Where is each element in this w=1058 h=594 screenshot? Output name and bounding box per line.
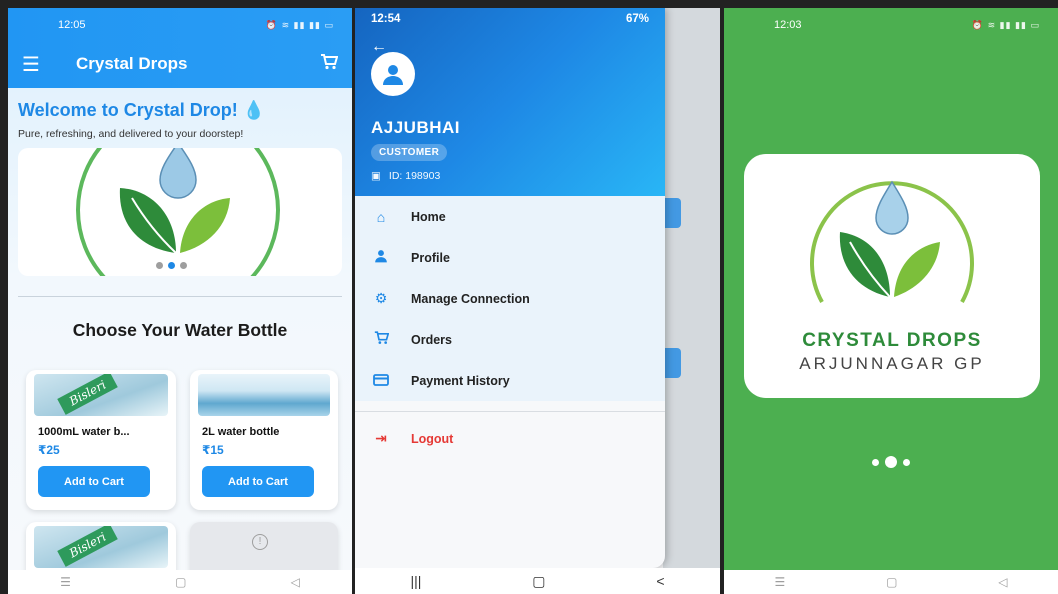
background-button-fragment <box>663 348 681 378</box>
section-title: Choose Your Water Bottle <box>72 320 288 340</box>
loading-dot-active <box>885 456 897 468</box>
menu-item-profile[interactable]: Profile <box>355 237 665 278</box>
status-time: 12:05 <box>58 19 86 31</box>
role-badge: CUSTOMER <box>371 144 448 161</box>
home-content: Welcome to Crystal Drop! 💧 Pure, refresh… <box>8 88 352 582</box>
status-bar: 12:03 ⏰ ≋ ▮▮ ▮▮ ▭ <box>724 8 1058 42</box>
status-icons: ⏰ ≋ ▮▮ ▮▮ ▭ <box>265 19 334 30</box>
back-button[interactable]: < <box>656 573 664 589</box>
logout-icon: ⇥ <box>375 430 387 446</box>
alert-icon: ! <box>252 534 268 550</box>
status-bar: 12:54 67% <box>355 8 665 30</box>
product-image <box>198 374 330 416</box>
splash-logo-card: CRYSTAL DROPS ARJUNNAGAR GP <box>744 154 1040 398</box>
product-name: 2L water bottle <box>202 426 280 438</box>
drawer-header: 12:54 67% ← AJJUBHAI CUSTOMER ▣ ID: 1989… <box>355 8 665 196</box>
recents-button[interactable]: ☰ <box>60 575 71 589</box>
crystal-drops-logo-icon <box>76 148 280 276</box>
home-icon: ⌂ <box>376 208 386 225</box>
status-icons: ⏰ ≋ ▮▮ ▮▮ ▭ <box>971 19 1040 30</box>
cart-icon[interactable] <box>320 53 339 75</box>
tagline: Pure, refreshing, and delivered to your … <box>18 128 244 140</box>
brand-label: Bisleri <box>57 374 119 415</box>
system-nav-bar: ☰ ▢ ◁ <box>8 570 352 594</box>
recents-button[interactable]: ☰ <box>774 575 785 589</box>
person-icon <box>383 65 403 85</box>
menu-divider <box>355 411 665 412</box>
menu-item-label: Manage Connection <box>411 291 530 306</box>
loading-dot <box>903 458 910 466</box>
menu-item-home[interactable]: ⌂ Home <box>355 196 665 237</box>
drawer-menu: ⌂ Home Profile ⚙ Manage Connection Order… <box>355 196 665 459</box>
splash-screen: 12:03 ⏰ ≋ ▮▮ ▮▮ ▭ CRYSTAL DROPS ARJUNNAG… <box>724 8 1058 594</box>
divider <box>18 296 342 297</box>
menu-item-label: Payment History <box>411 373 510 388</box>
avatar <box>371 52 415 96</box>
gear-icon: ⚙ <box>374 290 388 306</box>
drawer-screen: 12:54 67% ← AJJUBHAI CUSTOMER ▣ ID: 1989… <box>355 8 720 594</box>
navigation-drawer: 12:54 67% ← AJJUBHAI CUSTOMER ▣ ID: 1989… <box>355 8 665 568</box>
cart-icon <box>373 331 389 348</box>
carousel-dot-active[interactable] <box>168 262 175 269</box>
menu-item-logout[interactable]: ⇥ Logout <box>355 418 665 459</box>
home-button[interactable]: ▢ <box>175 575 186 589</box>
menu-item-payment-history[interactable]: Payment History <box>355 360 665 401</box>
dimmed-background[interactable] <box>663 8 720 594</box>
menu-item-orders[interactable]: Orders <box>355 319 665 360</box>
menu-item-label: Logout <box>411 431 454 446</box>
user-name: AJJUBHAI <box>371 118 461 137</box>
add-to-cart-button[interactable]: Add to Cart <box>38 466 150 497</box>
hamburger-menu-icon[interactable]: ☰ <box>22 52 50 77</box>
banner-carousel[interactable] <box>18 148 342 276</box>
product-image: Bisleri <box>34 374 168 416</box>
welcome-heading: Welcome to Crystal Drop! 💧 <box>18 100 266 120</box>
crystal-drops-logo-icon <box>810 180 974 303</box>
background-button-fragment <box>663 198 681 228</box>
recents-button[interactable]: ||| <box>410 573 421 589</box>
brand-label: Bisleri <box>57 526 119 567</box>
card-icon <box>373 373 389 389</box>
add-to-cart-button[interactable]: Add to Cart <box>202 466 314 497</box>
brand-title: CRYSTAL DROPS <box>802 330 982 351</box>
status-bar: 12:05 ⏰ ≋ ▮▮ ▮▮ ▭ <box>8 8 352 42</box>
person-icon <box>373 249 389 266</box>
user-id: ▣ ID: 198903 <box>371 170 440 182</box>
carousel-indicator <box>156 262 187 269</box>
user-id-text: ID: 198903 <box>388 170 441 182</box>
menu-item-label: Orders <box>411 332 452 347</box>
system-nav-bar: ☰ ▢ ◁ <box>724 570 1058 594</box>
screenshot-collage: 12:05 ⏰ ≋ ▮▮ ▮▮ ▭ ☰ Crystal Drops Welcom… <box>0 0 1058 594</box>
menu-item-label: Home <box>411 209 446 224</box>
menu-item-manage-connection[interactable]: ⚙ Manage Connection <box>355 278 665 319</box>
loading-indicator <box>872 456 910 468</box>
back-button[interactable]: ◁ <box>291 575 300 589</box>
id-card-icon: ▣ <box>371 170 381 182</box>
home-screen: 12:05 ⏰ ≋ ▮▮ ▮▮ ▭ ☰ Crystal Drops Welcom… <box>8 8 352 594</box>
carousel-dot[interactable] <box>180 262 187 269</box>
home-button[interactable]: ▢ <box>532 573 545 590</box>
app-bar: ☰ Crystal Drops <box>8 42 352 86</box>
product-card[interactable]: 2L water bottle ₹15 Add to Cart <box>190 370 338 510</box>
carousel-dot[interactable] <box>156 262 163 269</box>
product-price: ₹25 <box>38 443 60 457</box>
loading-dot <box>872 458 879 466</box>
system-nav-bar: ||| ▢ < <box>355 568 720 594</box>
menu-item-label: Profile <box>411 250 450 265</box>
product-price: ₹15 <box>202 443 224 457</box>
status-time: 12:03 <box>774 19 802 31</box>
app-title: Crystal Drops <box>76 54 188 73</box>
product-card[interactable]: Bisleri 1000mL water b... ₹25 Add to Car… <box>26 370 176 510</box>
status-battery: 67% <box>625 13 649 25</box>
product-image: Bisleri <box>34 526 168 568</box>
brand-subtitle: ARJUNNAGAR GP <box>799 354 985 373</box>
home-button[interactable]: ▢ <box>886 575 897 589</box>
status-time: 12:54 <box>371 13 401 25</box>
back-button[interactable]: ◁ <box>998 575 1007 589</box>
top-bar: 12:05 ⏰ ≋ ▮▮ ▮▮ ▭ ☰ Crystal Drops <box>8 8 352 88</box>
product-name: 1000mL water b... <box>38 426 130 438</box>
